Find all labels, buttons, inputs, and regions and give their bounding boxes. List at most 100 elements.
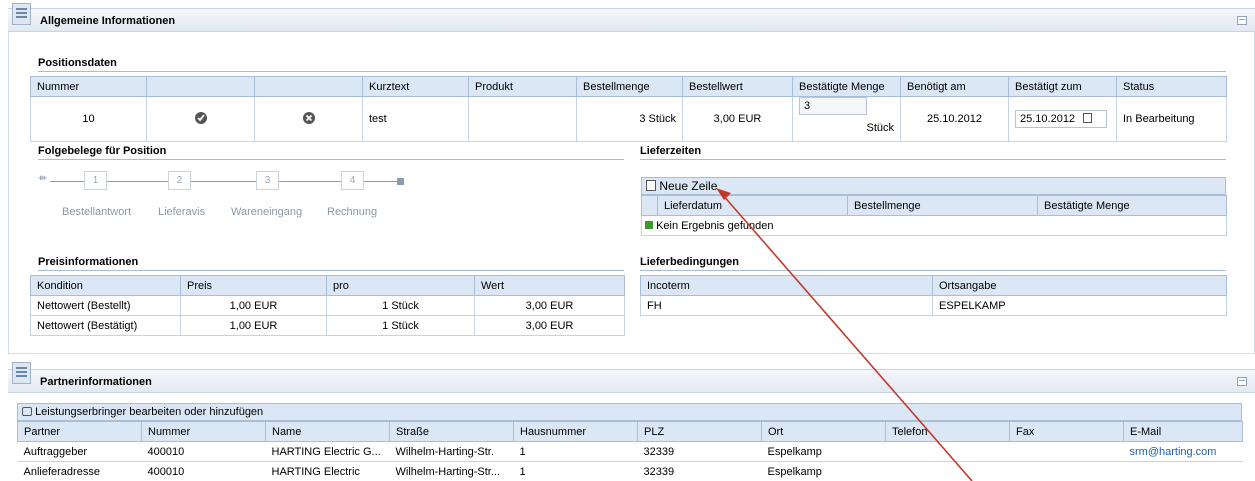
cell-bestaetigt-menge: 3 Stück bbox=[792, 96, 901, 142]
section-title-preis: Preisinformationen bbox=[38, 256, 624, 271]
section-title-lieferbedingungen: Lieferbedingungen bbox=[640, 256, 1226, 271]
cell-benoetigt: 25.10.2012 bbox=[900, 96, 1009, 142]
cell bbox=[885, 441, 1010, 462]
col-header: Nummer bbox=[141, 421, 266, 442]
confirmed-quantity-input[interactable]: 3 bbox=[799, 97, 867, 115]
table-row: Anlieferadresse 400010 HARTING Electric … bbox=[17, 461, 1243, 481]
col-header: Incoterm bbox=[640, 275, 933, 296]
cell: 1 Stück bbox=[326, 295, 475, 316]
step-2: 2 bbox=[168, 171, 191, 190]
cell-ortsangabe: ESPELKAMP bbox=[932, 295, 1227, 316]
positions-table: Nummer Kurztext Produkt Bestellmenge Bes… bbox=[30, 76, 1227, 142]
cell: 1,00 EUR bbox=[180, 295, 327, 316]
cell: 3,00 EUR bbox=[474, 295, 625, 316]
partner-toolbar: Leistungserbringer bearbeiten oder hinzu… bbox=[17, 403, 1242, 421]
cell: Wilhelm-Harting-Str. bbox=[389, 441, 514, 462]
email-link[interactable]: srm@harting.com bbox=[1123, 441, 1243, 462]
cell: HARTING Electric bbox=[265, 461, 390, 481]
col-header: Telefon bbox=[885, 421, 1010, 442]
step-label-2: Lieferavis bbox=[158, 206, 206, 218]
col-header: Bestellwert bbox=[682, 76, 793, 97]
collapse-icon[interactable] bbox=[1237, 377, 1247, 386]
empty-message: Kein Ergebnis gefunden bbox=[641, 215, 1227, 236]
flow-line bbox=[50, 181, 84, 182]
confirm-check-icon[interactable] bbox=[146, 96, 255, 142]
edit-icon bbox=[22, 407, 32, 416]
table-header-row: Nummer Kurztext Produkt Bestellmenge Bes… bbox=[30, 76, 1227, 97]
col-header: Nummer bbox=[30, 76, 147, 97]
cell: 400010 bbox=[141, 441, 266, 462]
cell: 400010 bbox=[141, 461, 266, 481]
cell: HARTING Electric G... bbox=[265, 441, 390, 462]
cell: 32339 bbox=[637, 441, 762, 462]
partner-panel-header: Partnerinformationen bbox=[8, 362, 1255, 393]
cell: 3,00 EUR bbox=[474, 315, 625, 336]
cell: 32339 bbox=[637, 461, 762, 481]
cell bbox=[885, 461, 1010, 481]
partner-table: Partner Nummer Name Straße Hausnummer PL… bbox=[17, 421, 1243, 481]
cell-bestellwert: 3,00 EUR bbox=[682, 96, 793, 142]
cell: 1 bbox=[513, 441, 638, 462]
col-header: Bestätigte Menge bbox=[792, 76, 901, 97]
table-header-row: Incoterm Ortsangabe bbox=[640, 275, 1227, 296]
edit-partner-button[interactable]: Leistungserbringer bearbeiten oder hinzu… bbox=[22, 406, 263, 418]
col-header: Status bbox=[1116, 76, 1227, 97]
step-label-4: Rechnung bbox=[327, 206, 378, 218]
col-header: Straße bbox=[389, 421, 514, 442]
cell-kurztext: test bbox=[362, 96, 469, 142]
lieferzeiten-toolbar: Neue Zeile bbox=[641, 177, 1226, 195]
cell: 1 Stück bbox=[326, 315, 475, 336]
col-header: Hausnummer bbox=[513, 421, 638, 442]
col-header: Bestellmenge bbox=[576, 76, 683, 97]
email-link[interactable] bbox=[1123, 461, 1243, 481]
cell-incoterm: FH bbox=[640, 295, 933, 316]
cell: Auftraggeber bbox=[17, 441, 142, 462]
lieferbedingungen-table: Incoterm Ortsangabe FH ESPELKAMP bbox=[640, 275, 1227, 316]
step-label-3: Wareneingang bbox=[231, 206, 303, 218]
col-header bbox=[146, 76, 255, 97]
col-header: Kondition bbox=[30, 275, 181, 296]
table-row: Nettowert (Bestätigt) 1,00 EUR 1 Stück 3… bbox=[30, 315, 625, 336]
col-header: Ort bbox=[761, 421, 886, 442]
confirmed-date-input[interactable]: 25.10.2012 bbox=[1015, 110, 1107, 128]
new-row-button[interactable]: Neue Zeile bbox=[646, 179, 717, 193]
step-3: 3 bbox=[256, 171, 279, 190]
panel-icon bbox=[12, 3, 31, 25]
col-header: Bestätigt zum bbox=[1008, 76, 1117, 97]
col-header: Fax bbox=[1009, 421, 1124, 442]
col-header: PLZ bbox=[637, 421, 762, 442]
table-row: 10 test 3 Stück 3,00 EUR 3 Stück 25.10.2… bbox=[30, 96, 1227, 142]
table-header-row: Lieferdatum Bestellmenge Bestätigte Meng… bbox=[641, 195, 1227, 216]
col-header: Preis bbox=[180, 275, 327, 296]
new-document-icon bbox=[646, 180, 656, 191]
col-header: E-Mail bbox=[1123, 421, 1243, 442]
cell bbox=[1009, 461, 1124, 481]
cell: Anlieferadresse bbox=[17, 461, 142, 481]
section-title-lieferzeiten: Lieferzeiten bbox=[640, 145, 1226, 160]
col-header: Ortsangabe bbox=[932, 275, 1227, 296]
col-header: Partner bbox=[17, 421, 142, 442]
col-header: Wert bbox=[474, 275, 625, 296]
table-header-row: Kondition Preis pro Wert bbox=[30, 275, 625, 296]
cell-produkt bbox=[468, 96, 577, 142]
lieferzeiten-table: Lieferdatum Bestellmenge Bestätigte Meng… bbox=[641, 195, 1227, 236]
cell: 1 bbox=[513, 461, 638, 481]
flow-line bbox=[191, 181, 256, 182]
flow-line bbox=[107, 181, 168, 182]
reject-icon[interactable] bbox=[254, 96, 363, 142]
flow-line bbox=[364, 181, 397, 182]
col-header: Lieferdatum bbox=[657, 195, 848, 216]
info-icon bbox=[645, 220, 653, 229]
col-header bbox=[254, 76, 363, 97]
collapse-icon[interactable] bbox=[1237, 16, 1247, 25]
cell: Espelkamp bbox=[761, 461, 886, 481]
col-header: Bestätigte Menge bbox=[1037, 195, 1227, 216]
section-title-folgebelege: Folgebelege für Position bbox=[38, 145, 624, 160]
col-header: Kurztext bbox=[362, 76, 469, 97]
preis-table: Kondition Preis pro Wert Nettowert (Best… bbox=[30, 275, 625, 336]
table-row: Auftraggeber 400010 HARTING Electric G..… bbox=[17, 441, 1243, 462]
cell bbox=[1009, 441, 1124, 462]
cell: Espelkamp bbox=[761, 441, 886, 462]
cell-nummer: 10 bbox=[30, 96, 147, 142]
calendar-icon[interactable] bbox=[1083, 113, 1093, 123]
